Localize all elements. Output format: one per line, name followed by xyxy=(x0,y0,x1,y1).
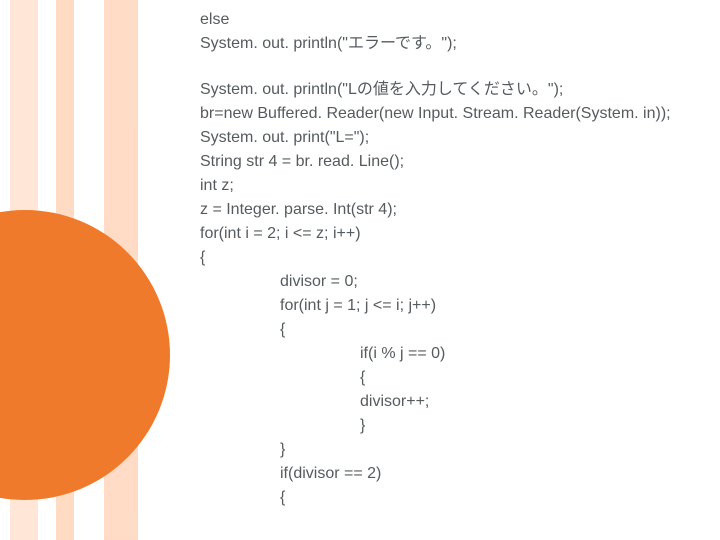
code-line: { xyxy=(200,318,700,342)
code-line: { xyxy=(200,486,700,510)
code-line: } xyxy=(200,414,700,438)
code-line: for(int i = 2; i <= z; i++) xyxy=(200,222,700,246)
code-line: { xyxy=(200,366,700,390)
code-block: else System. out. println("エラーです。"); Sys… xyxy=(200,8,700,510)
code-line: z = Integer. parse. Int(str 4); xyxy=(200,198,700,222)
code-line: } xyxy=(200,438,700,462)
code-line: else xyxy=(200,8,700,32)
code-line: System. out. println("エラーです。"); xyxy=(200,32,700,56)
code-line: br=new Buffered. Reader(new Input. Strea… xyxy=(200,102,700,126)
code-line: int z; xyxy=(200,174,700,198)
code-line: System. out. print("L="); xyxy=(200,126,700,150)
code-line: divisor++; xyxy=(200,390,700,414)
code-line: if(i % j == 0) xyxy=(200,342,700,366)
code-line: if(divisor == 2) xyxy=(200,462,700,486)
code-line: String str 4 = br. read. Line(); xyxy=(200,150,700,174)
code-line: for(int j = 1; j <= i; j++) xyxy=(200,294,700,318)
code-line: { xyxy=(200,246,700,270)
code-line: divisor = 0; xyxy=(200,270,700,294)
code-line: System. out. println("Lの値を入力してください。"); xyxy=(200,78,700,102)
